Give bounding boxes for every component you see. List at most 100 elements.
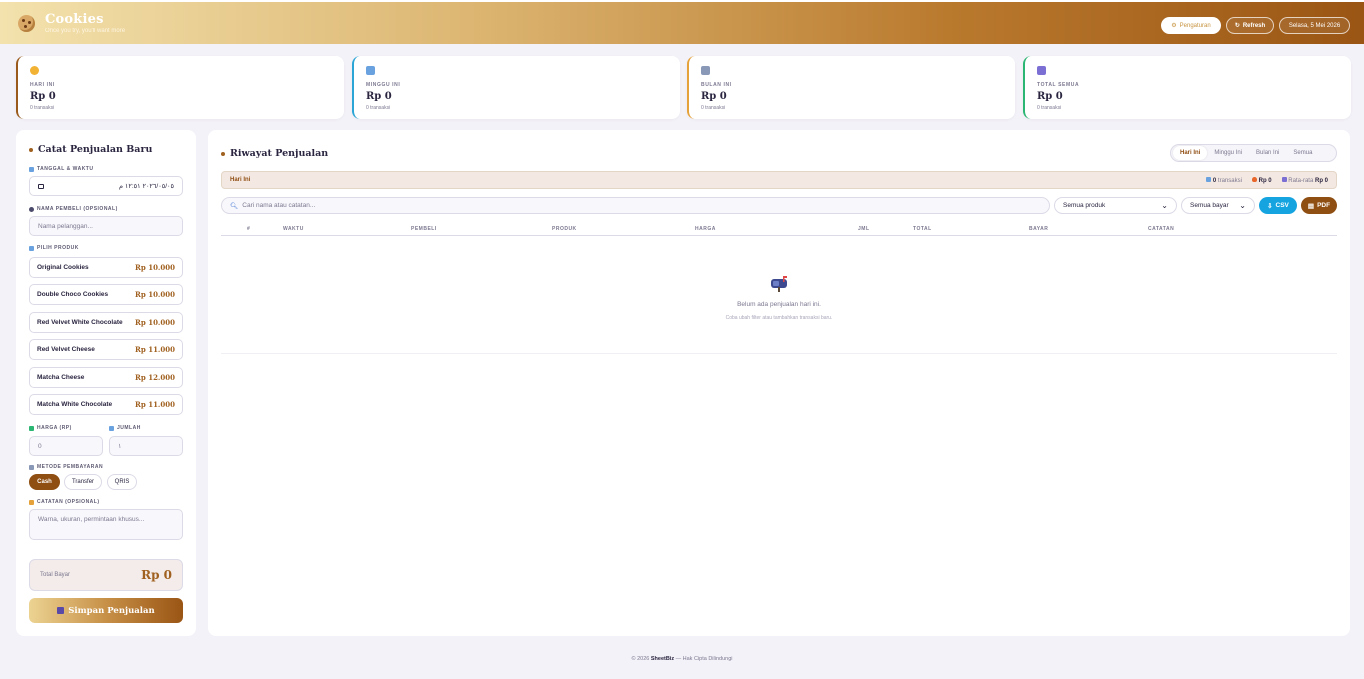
- box-icon: [1206, 176, 1212, 182]
- sale-form-panel: Catat Penjualan Baru TANGGAL & WAKTU ٢٠٢…: [16, 130, 196, 636]
- download-icon: ⇩: [1267, 202, 1273, 210]
- payment-filter-select[interactable]: Semua bayar ⌄: [1181, 197, 1255, 214]
- product-option[interactable]: Matcha Cheese Rp 12.000: [29, 367, 183, 388]
- stat-card-total: TOTAL SEMUA Rp 0 0 transaksi: [1023, 56, 1351, 119]
- notes-textarea[interactable]: Warna, ukuran, permintaan khusus...: [29, 509, 183, 540]
- form-title-text: Catat Penjualan Baru: [38, 144, 153, 155]
- calendar-picker-icon[interactable]: [38, 183, 44, 189]
- stat-sub: 0 transaksi: [366, 105, 391, 111]
- column-header: JML: [858, 226, 870, 232]
- product-price: Rp 10.000: [135, 263, 175, 272]
- fire-icon: [1251, 176, 1257, 182]
- sales-history-panel: Riwayat Penjualan Hari Ini Minggu Ini Bu…: [208, 130, 1350, 636]
- bar-chart-icon: [1037, 66, 1046, 75]
- settings-label: Pengaturan: [1179, 22, 1211, 29]
- number-icon: [109, 425, 114, 431]
- product-option[interactable]: Matcha White Chocolate Rp 11.000: [29, 394, 183, 415]
- csv-label: CSV: [1275, 202, 1289, 209]
- product-name: Matcha White Chocolate: [37, 401, 113, 408]
- document-icon: ▤: [1307, 202, 1315, 210]
- price-input[interactable]: 0: [29, 436, 103, 456]
- payment-transfer-button[interactable]: Transfer: [64, 474, 102, 490]
- card-icon: [29, 464, 34, 470]
- tab-week[interactable]: Minggu Ini: [1207, 146, 1249, 160]
- person-icon: [29, 206, 34, 212]
- period-summary-bar: Hari Ini 0 transaksi Rp 0 Rata-rata Rp 0: [221, 171, 1337, 189]
- history-title-text: Riwayat Penjualan: [230, 148, 329, 159]
- price-label-text: HARGA (RP): [37, 425, 72, 431]
- refresh-label: Refresh: [1242, 22, 1266, 29]
- tab-today[interactable]: Hari Ini: [1173, 146, 1208, 160]
- summary-count: 0 transaksi: [1206, 176, 1242, 184]
- payment-label-text: METODE PEMBAYARAN: [37, 464, 104, 470]
- column-header: PRODUK: [552, 226, 577, 232]
- search-placeholder: Cari nama atau catatan...: [242, 202, 316, 209]
- summary-total: Rp 0: [1251, 176, 1272, 184]
- payment-qris-button[interactable]: QRIS: [107, 474, 137, 490]
- table-divider: [221, 353, 1337, 354]
- stat-value: Rp 0: [701, 91, 727, 102]
- datetime-input[interactable]: ٢٠٢٦/٠٥/٠٥ ١٢:٥١ م: [29, 176, 183, 196]
- product-name: Red Velvet Cheese: [37, 346, 95, 353]
- refresh-button[interactable]: ↻ Refresh: [1226, 17, 1274, 34]
- column-header: PEMBELI: [411, 226, 437, 232]
- summary-label: Hari Ini: [230, 177, 251, 183]
- product-price: Rp 10.000: [135, 290, 175, 299]
- date-badge: Selasa, 5 Mei 2026: [1279, 17, 1350, 34]
- quantity-input[interactable]: ١: [109, 436, 183, 456]
- table-header: # WAKTU PEMBELI PRODUK HARGA JML TOTAL B…: [221, 224, 1337, 236]
- datetime-label: TANGGAL & WAKTU: [29, 166, 93, 172]
- stat-sub: 0 transaksi: [701, 105, 726, 111]
- product-price: Rp 12.000: [135, 373, 175, 382]
- app-header: Cookies Once you try, you'll want more ⚙…: [0, 0, 1364, 44]
- gear-icon: ⚙: [1171, 23, 1177, 29]
- money-icon: [29, 425, 34, 431]
- product-option[interactable]: Double Choco Cookies Rp 10.000: [29, 284, 183, 305]
- stat-sub: 0 transaksi: [1037, 105, 1062, 111]
- save-sale-button[interactable]: Simpan Penjualan: [29, 598, 183, 623]
- dot-icon: [221, 151, 225, 156]
- export-csv-button[interactable]: ⇩ CSV: [1259, 197, 1297, 214]
- chevron-down-icon: ⌄: [1161, 201, 1168, 210]
- product-option[interactable]: Original Cookies Rp 10.000: [29, 257, 183, 278]
- refresh-icon: ↻: [1234, 23, 1240, 29]
- qty-label-text: JUMLAH: [117, 425, 141, 431]
- product-filter-select[interactable]: Semua produk ⌄: [1054, 197, 1177, 214]
- product-name: Matcha Cheese: [37, 374, 85, 381]
- stat-value: Rp 0: [30, 91, 56, 102]
- payment-label: METODE PEMBAYARAN: [29, 464, 103, 470]
- payment-filter-value: Semua bayar: [1190, 202, 1229, 209]
- payment-cash-button[interactable]: Cash: [29, 474, 60, 490]
- floppy-icon: [57, 607, 65, 614]
- total-label: Total Bayar: [40, 572, 71, 578]
- brand-title: Cookies: [45, 12, 104, 27]
- buyer-name-input[interactable]: Nama pelanggan...: [29, 216, 183, 236]
- mailbox-icon: [771, 276, 787, 292]
- sun-icon: [30, 66, 39, 75]
- footer-prefix: © 2026: [631, 656, 651, 662]
- export-pdf-button[interactable]: ▤ PDF: [1301, 197, 1337, 214]
- stat-card-today: HARI INI Rp 0 0 transaksi: [16, 56, 344, 119]
- product-option[interactable]: Red Velvet Cheese Rp 11.000: [29, 339, 183, 360]
- history-title: Riwayat Penjualan: [221, 148, 328, 159]
- stat-label: TOTAL SEMUA: [1037, 82, 1080, 88]
- stat-label: MINGGU INI: [366, 82, 401, 88]
- chart-icon: [1281, 176, 1287, 182]
- column-header: HARGA: [695, 226, 716, 232]
- tab-all[interactable]: Semua: [1286, 146, 1319, 160]
- column-header: BAYAR: [1029, 226, 1049, 232]
- box-icon: [29, 245, 34, 251]
- calendar-icon: [366, 66, 375, 75]
- product-option[interactable]: Red Velvet White Chocolate Rp 10.000: [29, 312, 183, 333]
- chevron-down-icon: ⌄: [1239, 201, 1246, 210]
- qty-label: JUMLAH: [109, 425, 141, 431]
- tab-month[interactable]: Bulan Ini: [1249, 146, 1286, 160]
- stat-card-month: BULAN INI Rp 0 0 transaksi: [687, 56, 1015, 119]
- settings-button[interactable]: ⚙ Pengaturan: [1161, 17, 1221, 34]
- period-tabs: Hari Ini Minggu Ini Bulan Ini Semua: [1170, 144, 1337, 162]
- price-label: HARGA (RP): [29, 425, 72, 431]
- footer: © 2026 SheetBiz — Hak Cipta Dilindungi: [0, 656, 1364, 662]
- product-price: Rp 10.000: [135, 318, 175, 327]
- search-input[interactable]: 🔍︎ Cari nama atau catatan...: [221, 197, 1050, 214]
- summary-average: Rata-rata Rp 0: [1281, 176, 1328, 184]
